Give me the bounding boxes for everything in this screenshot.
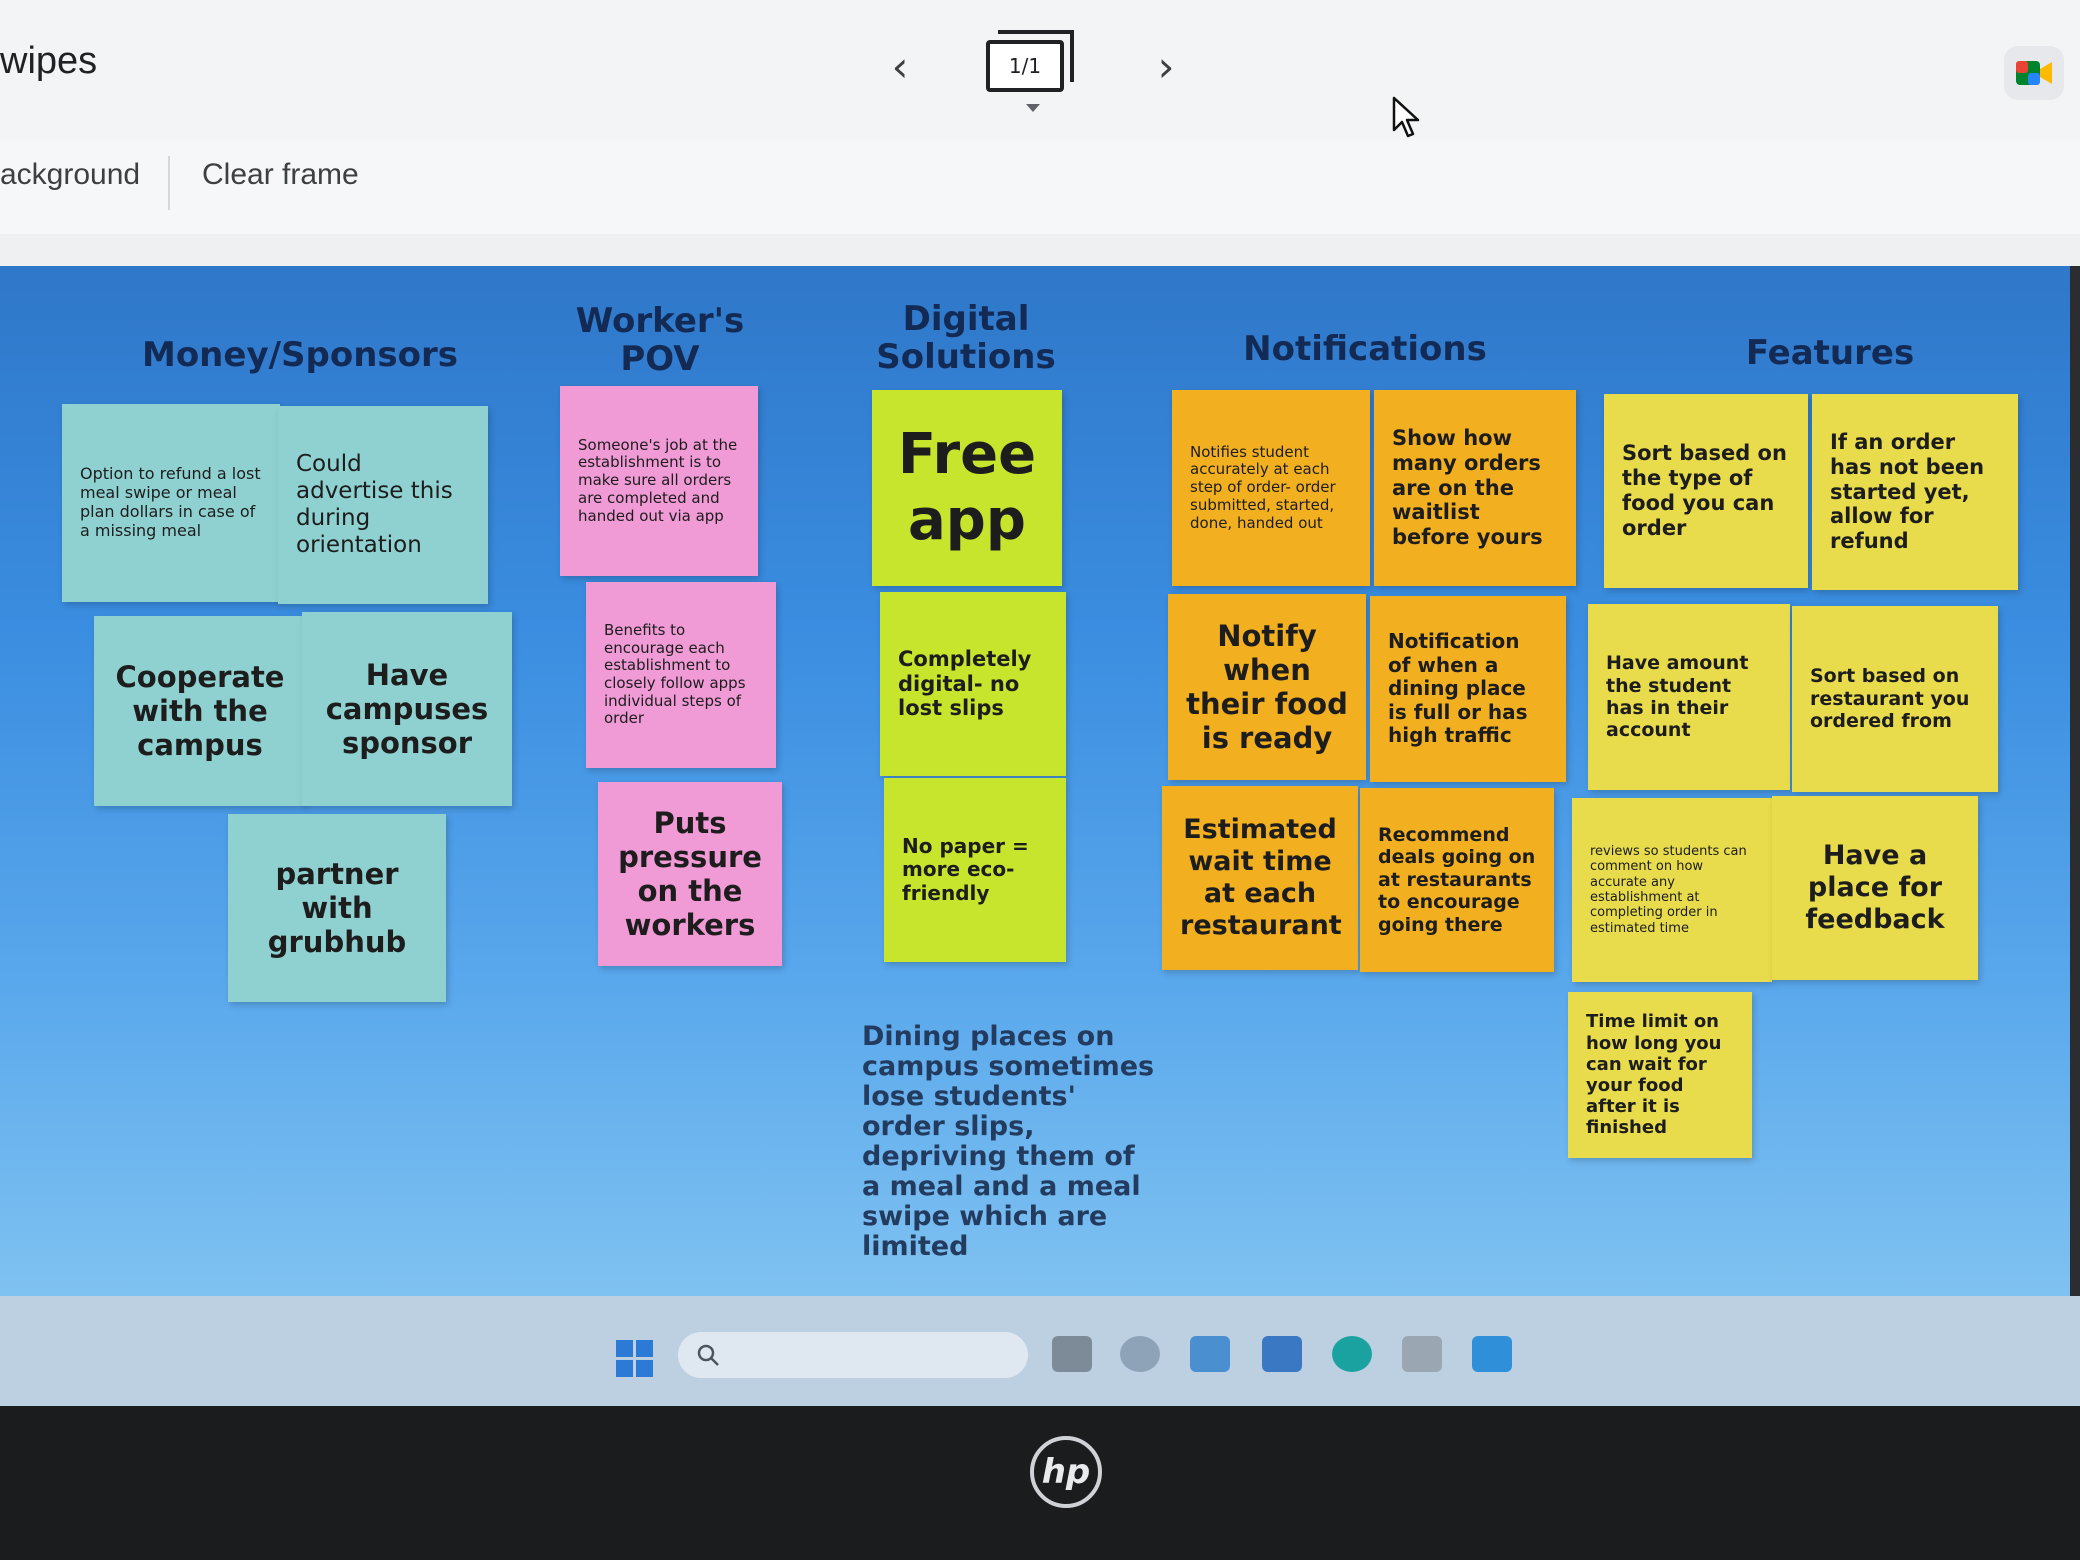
note-text: Option to refund a lost meal swipe or me…: [80, 464, 261, 540]
taskbar-search-box[interactable]: [678, 1332, 1028, 1378]
sticky-note[interactable]: Sort based on restaurant you ordered fro…: [1792, 606, 1998, 792]
heading-digital-solutions: Digital Solutions: [876, 299, 1056, 377]
sticky-note[interactable]: reviews so students can comment on how a…: [1572, 798, 1772, 982]
sticky-note[interactable]: Estimated wait time at each restaurant: [1162, 786, 1358, 970]
note-text: If an order has not been started yet, al…: [1830, 430, 1985, 554]
os-taskbar: [0, 1296, 2080, 1406]
note-text: reviews so students can comment on how a…: [1590, 844, 1747, 936]
document-title[interactable]: wipes: [0, 40, 97, 83]
note-text: Have amount the student has in their acc…: [1606, 652, 1749, 742]
cursor-icon: [1392, 96, 1420, 138]
heading-features: Features: [1745, 333, 1915, 373]
sticky-note[interactable]: Completely digital- no lost slips: [880, 592, 1066, 776]
next-frame-button[interactable]: ›: [1144, 41, 1188, 91]
note-text: Sort based on restaurant you ordered fro…: [1810, 665, 1970, 733]
note-text: No paper = more eco-friendly: [902, 833, 1029, 905]
sticky-note[interactable]: No paper = more eco-friendly: [884, 778, 1066, 962]
search-icon: [697, 1344, 719, 1366]
frame-dropdown-caret-icon[interactable]: [1026, 104, 1040, 112]
sticky-note[interactable]: Notify when their food is ready: [1168, 594, 1366, 780]
next-arrow-icon: ›: [1157, 41, 1175, 91]
sticky-note[interactable]: Notification of when a dining place is f…: [1370, 596, 1566, 782]
note-text: Cooperate with the campus: [115, 659, 285, 763]
note-text: Puts pressure on the workers: [618, 805, 762, 943]
note-text: Have campuses sponsor: [325, 657, 489, 761]
note-text: Benefits to encourage each establishment…: [604, 620, 746, 728]
note-text: Notifies student accurately at each step…: [1190, 442, 1336, 532]
note-text: Show how many orders are on the waitlist…: [1392, 426, 1543, 550]
sticky-note[interactable]: Free app: [872, 390, 1062, 586]
note-text: Free app: [897, 421, 1037, 553]
clear-frame-button[interactable]: Clear frame: [202, 158, 359, 192]
note-text: Notify when their food is ready: [1186, 618, 1348, 756]
frame-counter-label: 1/1: [1008, 54, 1042, 78]
sticky-note[interactable]: Show how many orders are on the waitlist…: [1374, 390, 1576, 586]
heading-notifications: Notifications: [1243, 329, 1487, 369]
sticky-note[interactable]: Benefits to encourage each establishment…: [586, 582, 776, 768]
taskbar-app-icon[interactable]: [1402, 1336, 1442, 1372]
note-text: Sort based on the type of food you can o…: [1622, 441, 1787, 540]
top-bar: wipes ‹ 1/1 ›: [0, 0, 2080, 141]
meet-icon[interactable]: [2004, 46, 2064, 100]
taskbar-app-icon[interactable]: [1052, 1336, 1092, 1372]
taskbar-app-icon[interactable]: [1262, 1336, 1302, 1372]
sticky-note[interactable]: Could advertise this during orientation: [278, 406, 488, 604]
sticky-note[interactable]: Recommend deals going on at restaurants …: [1360, 788, 1554, 972]
frame-counter[interactable]: 1/1: [986, 30, 1074, 92]
sticky-note[interactable]: Puts pressure on the workers: [598, 782, 782, 966]
heading-workers-pov: Worker's POV: [575, 301, 745, 379]
sticky-note[interactable]: Have campuses sponsor: [302, 612, 512, 806]
prev-frame-button[interactable]: ‹: [878, 41, 922, 91]
sticky-note[interactable]: If an order has not been started yet, al…: [1812, 394, 2018, 590]
windows-start-icon[interactable]: [616, 1340, 654, 1378]
note-text: Recommend deals going on at restaurants …: [1378, 823, 1536, 936]
note-text: Estimated wait time at each restaurant: [1180, 814, 1342, 941]
frame-toolbar: ackground Clear frame: [0, 140, 2080, 234]
canvas-margin: [0, 234, 2080, 266]
hp-logo: hp: [1030, 1436, 1102, 1508]
sticky-note[interactable]: Time limit on how long you can wait for …: [1568, 992, 1752, 1158]
toolbar-divider: [168, 156, 170, 210]
taskbar-app-icon[interactable]: [1190, 1336, 1230, 1372]
heading-money-sponsors: Money/Sponsors: [141, 335, 459, 375]
prev-arrow-icon: ‹: [891, 41, 909, 91]
note-text: Someone's job at the establishment is to…: [578, 435, 738, 525]
note-text: partner with grubhub: [267, 856, 407, 960]
sticky-note[interactable]: Sort based on the type of food you can o…: [1604, 394, 1808, 588]
problem-statement[interactable]: Dining places on campus sometimes lose s…: [862, 1022, 1162, 1262]
note-text: Could advertise this during orientation: [296, 450, 453, 559]
taskbar-app-icon[interactable]: [1332, 1336, 1372, 1372]
note-text: Completely digital- no lost slips: [898, 646, 1032, 721]
sticky-note[interactable]: Have a place for feedback: [1772, 796, 1978, 980]
whiteboard-frame[interactable]: Money/Sponsors Worker's POV Digital Solu…: [0, 266, 2070, 1296]
note-text: Have a place for feedback: [1805, 840, 1945, 935]
taskbar-app-icon[interactable]: [1472, 1336, 1512, 1372]
background-button[interactable]: ackground: [0, 158, 140, 192]
sticky-note[interactable]: Option to refund a lost meal swipe or me…: [62, 404, 280, 602]
sticky-note[interactable]: Have amount the student has in their acc…: [1588, 604, 1790, 790]
sticky-note[interactable]: Notifies student accurately at each step…: [1172, 390, 1370, 586]
sticky-note[interactable]: Cooperate with the campus: [94, 616, 306, 806]
taskbar-app-icon[interactable]: [1120, 1336, 1160, 1372]
note-text: Notification of when a dining place is f…: [1388, 629, 1528, 748]
sticky-note[interactable]: Someone's job at the establishment is to…: [560, 386, 758, 576]
note-text: Time limit on how long you can wait for …: [1586, 1011, 1722, 1139]
sticky-note[interactable]: partner with grubhub: [228, 814, 446, 1002]
